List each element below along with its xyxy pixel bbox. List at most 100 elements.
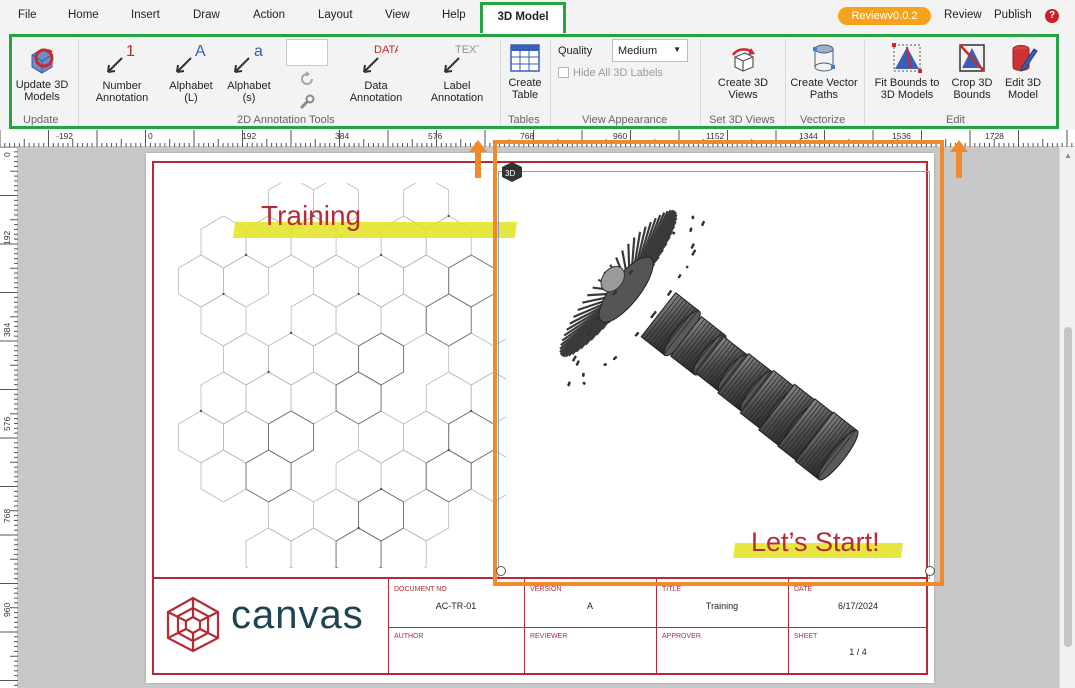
alphabet-lower-icon: a — [234, 43, 263, 73]
group-set-3d-views: Set 3D Views — [709, 114, 775, 126]
create-3d-views-button[interactable]: Create 3D Views — [712, 43, 774, 101]
crop-3d-bounds-button[interactable]: Crop 3D Bounds — [948, 43, 996, 101]
title-label: TITLE — [662, 586, 682, 593]
alphabet-lower-label: Alphabet (s) — [227, 80, 271, 104]
menu-file[interactable]: File — [18, 9, 37, 21]
svg-text:TEXT: TEXT — [455, 44, 479, 56]
scrollbar-thumb[interactable] — [1064, 327, 1072, 647]
ruler-label: 1152 — [706, 131, 725, 141]
ruler-label: 768 — [2, 508, 12, 523]
ruler-label: 192 — [242, 131, 257, 141]
sheet-value[interactable]: 1 / 4 — [788, 647, 928, 657]
date-value[interactable]: 6/17/2024 — [788, 601, 928, 611]
table-icon — [510, 44, 540, 72]
update-3d-models-label: Update 3D Models — [15, 79, 69, 103]
checkbox-box[interactable] — [558, 67, 569, 78]
help-icon[interactable]: ? — [1045, 9, 1059, 23]
orange-arrow-up-icon — [469, 140, 487, 178]
refresh-icon[interactable] — [298, 70, 316, 88]
group-update: Update — [23, 114, 59, 126]
menu-draw[interactable]: Draw — [193, 9, 220, 21]
group-vectorize: Vectorize — [800, 114, 846, 126]
title-block-divider — [388, 627, 926, 628]
hide-3d-labels-checkbox[interactable]: Hide All 3D Labels — [558, 67, 663, 79]
vertical-scrollbar[interactable]: ▲ — [1059, 147, 1075, 688]
lets-start-heading[interactable]: Let’s Start! — [751, 527, 880, 558]
scroll-up-icon[interactable]: ▲ — [1064, 151, 1072, 160]
create-3d-views-icon — [731, 48, 755, 72]
alphabet-upper-button[interactable]: A Alphabet (L) — [164, 42, 218, 104]
create-table-label: Create Table — [508, 77, 542, 101]
resize-handle[interactable] — [496, 566, 506, 576]
wrench-icon[interactable] — [298, 93, 316, 111]
svg-text:3D: 3D — [505, 169, 515, 178]
ruler-label: -192 — [56, 131, 74, 141]
ruler-label: 384 — [2, 322, 12, 337]
author-label: AUTHOR — [394, 633, 424, 640]
number-annotation-button[interactable]: 1 Number Annotation — [86, 42, 158, 104]
update-3d-models-button[interactable]: Update 3D Models — [14, 43, 70, 103]
training-heading[interactable]: Training — [261, 200, 361, 232]
ruler-label: 1536 — [892, 131, 911, 141]
menu-publish[interactable]: Publish — [994, 9, 1032, 21]
version-value[interactable]: A — [524, 601, 656, 611]
menu-insert[interactable]: Insert — [131, 9, 160, 21]
group-tables: Tables — [508, 114, 540, 126]
alphabet-upper-icon: A — [176, 43, 206, 73]
label-annotation-button[interactable]: TEXT Label Annotation — [420, 42, 494, 104]
separator — [500, 39, 501, 125]
orange-arrow-up-icon — [950, 140, 968, 178]
data-annotation-icon: DATA — [363, 44, 398, 73]
create-vector-paths-button[interactable]: Create Vector Paths — [790, 43, 858, 101]
jet-engine-3d-model[interactable] — [511, 178, 901, 513]
fit-bounds-label: Fit Bounds to 3D Models — [874, 77, 940, 101]
menu-action[interactable]: Action — [253, 9, 285, 21]
number-annotation-label: Number Annotation — [95, 80, 149, 104]
ruler-label: 0 — [2, 152, 12, 157]
menu-3d-model-tab[interactable]: 3D Model — [480, 2, 566, 34]
review-version-badge[interactable]: Reviewv0.0.2 — [838, 7, 931, 25]
data-annotation-button[interactable]: DATA Data Annotation — [340, 42, 412, 104]
menu-layout[interactable]: Layout — [318, 9, 353, 21]
ruler-label: 576 — [428, 131, 443, 141]
chevron-down-icon: ▼ — [673, 45, 681, 54]
menu-review[interactable]: Review — [944, 9, 982, 21]
group-view-appearance: View Appearance — [582, 114, 668, 126]
edit-3d-model-label: Edit 3D Model — [1004, 77, 1042, 101]
ruler-label: 384 — [335, 131, 350, 141]
label-annotation-label: Label Annotation — [430, 80, 484, 104]
label-annotation-icon: TEXT — [444, 44, 479, 73]
svg-text:a: a — [254, 43, 263, 60]
ruler-label: 960 — [613, 131, 628, 141]
menu-view[interactable]: View — [385, 9, 410, 21]
create-3d-views-label: Create 3D Views — [717, 77, 769, 101]
document-no-value[interactable]: AC-TR-01 — [388, 601, 524, 611]
alphabet-lower-button[interactable]: a Alphabet (s) — [222, 42, 276, 104]
quality-value: Medium — [618, 45, 658, 57]
separator — [864, 39, 865, 125]
create-vector-paths-label: Create Vector Paths — [790, 77, 858, 101]
menu-home[interactable]: Home — [68, 9, 99, 21]
edit-3d-model-button[interactable]: Edit 3D Model — [1000, 43, 1046, 101]
quality-label: Quality — [558, 45, 593, 57]
title-value[interactable]: Training — [656, 601, 788, 611]
resize-handle[interactable] — [925, 566, 935, 576]
menu-bar: File Home Insert Draw Action Layout View… — [0, 0, 1075, 34]
update-3d-models-icon — [31, 48, 54, 74]
drawing-canvas[interactable]: Training 3D Let’s Start! DOCUMENT NO AC-… — [18, 147, 1059, 688]
drawing-sheet[interactable]: Training 3D Let’s Start! DOCUMENT NO AC-… — [146, 153, 934, 683]
separator — [78, 39, 79, 125]
quality-dropdown[interactable]: Medium ▼ — [612, 39, 688, 62]
fit-bounds-button[interactable]: Fit Bounds to 3D Models — [870, 43, 944, 101]
ruler-label: 0 — [148, 131, 153, 141]
create-table-button[interactable]: Create Table — [504, 43, 546, 101]
svg-text:A: A — [195, 43, 206, 60]
separator — [550, 39, 551, 125]
ruler-label: 960 — [2, 602, 12, 617]
ruler-label: 192 — [2, 230, 12, 245]
annotation-color-swatch[interactable] — [286, 39, 328, 66]
ruler-ticks — [0, 130, 1073, 147]
ruler-label: 576 — [2, 416, 12, 431]
menu-help[interactable]: Help — [442, 9, 466, 21]
edit-3d-model-icon — [1012, 45, 1038, 72]
